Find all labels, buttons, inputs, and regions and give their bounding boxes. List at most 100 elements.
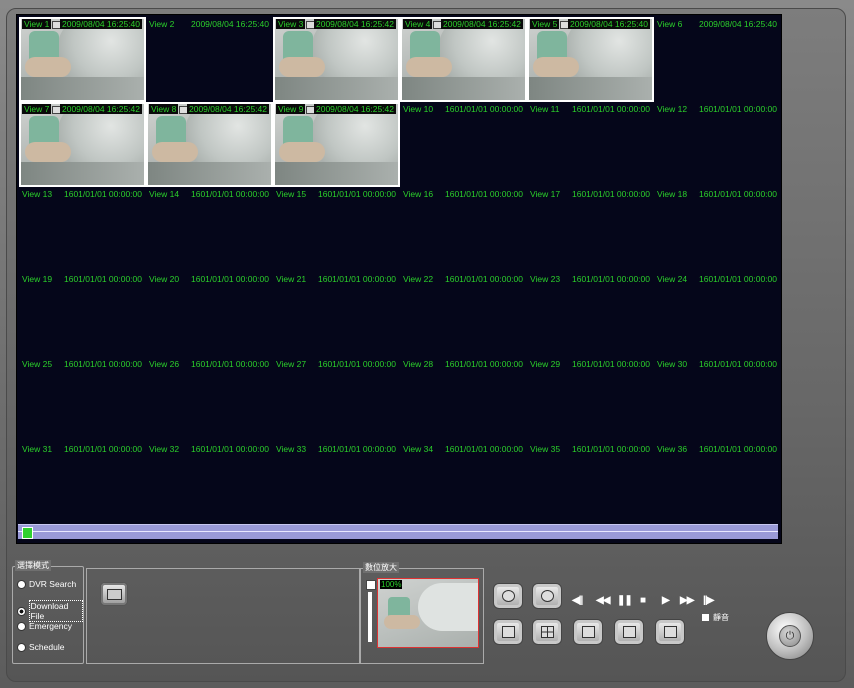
view-cell[interactable]: View 12 1601/01/01 00:00:00 bbox=[654, 102, 781, 187]
view-cell[interactable]: View 32 1601/01/01 00:00:00 bbox=[146, 442, 273, 527]
zoom-slider[interactable] bbox=[366, 580, 376, 642]
view-cell[interactable]: View 4 2009/08/04 16:25:42 bbox=[400, 17, 527, 102]
radio-icon[interactable] bbox=[17, 579, 26, 589]
multi-view-screen: View 1 2009/08/04 16:25:40 View 2 2009/08/0… bbox=[16, 14, 782, 544]
mode-option-dvr-search[interactable]: DVR Search bbox=[17, 579, 76, 589]
layout-16-button[interactable] bbox=[614, 619, 644, 645]
view-label: View 12 bbox=[657, 104, 688, 114]
snapshot-button[interactable] bbox=[493, 583, 523, 609]
view-cell[interactable]: View 14 1601/01/01 00:00:00 bbox=[146, 187, 273, 272]
mute-toggle[interactable]: 靜音 bbox=[702, 612, 729, 623]
view-cell[interactable]: View 11 1601/01/01 00:00:00 bbox=[527, 102, 654, 187]
camera-icon bbox=[502, 590, 515, 602]
view-timestamp: 1601/01/01 00:00:00 bbox=[699, 274, 777, 284]
feed-floor bbox=[21, 162, 144, 185]
view-timestamp: 1601/01/01 00:00:00 bbox=[64, 274, 142, 284]
view-cell[interactable]: View 31 1601/01/01 00:00:00 bbox=[19, 442, 146, 527]
view-timestamp: 1601/01/01 00:00:00 bbox=[445, 444, 523, 454]
view-label: View 21 bbox=[276, 274, 307, 284]
fast-forward-button[interactable]: ▶▶ bbox=[680, 595, 694, 606]
view-timestamp: 1601/01/01 00:00:00 bbox=[445, 359, 523, 369]
open-folder-button[interactable] bbox=[100, 582, 128, 606]
view-cell[interactable]: View 26 1601/01/01 00:00:00 bbox=[146, 357, 273, 442]
play-button[interactable]: ▶ bbox=[662, 595, 670, 606]
view-timestamp: 1601/01/01 00:00:00 bbox=[699, 189, 777, 199]
feed-hand bbox=[25, 142, 71, 162]
camera-feed bbox=[529, 19, 652, 100]
view-cell[interactable]: View 30 1601/01/01 00:00:00 bbox=[654, 357, 781, 442]
view-cell[interactable]: View 17 1601/01/01 00:00:00 bbox=[527, 187, 654, 272]
view-cell[interactable]: View 2 2009/08/04 16:25:40 bbox=[146, 17, 273, 102]
view-cell[interactable]: View 23 1601/01/01 00:00:00 bbox=[527, 272, 654, 357]
view-cell[interactable]: View 15 1601/01/01 00:00:00 bbox=[273, 187, 400, 272]
rewind-button[interactable]: ◀◀ bbox=[596, 595, 610, 606]
record-button[interactable] bbox=[532, 583, 562, 609]
view-cell[interactable]: View 10 1601/01/01 00:00:00 bbox=[400, 102, 527, 187]
view-label: View 26 bbox=[149, 359, 180, 369]
layout-1-button[interactable] bbox=[493, 619, 523, 645]
radio-icon[interactable] bbox=[17, 606, 26, 616]
view-cell[interactable]: View 24 1601/01/01 00:00:00 bbox=[654, 272, 781, 357]
camera-feed bbox=[275, 19, 398, 100]
view-cell[interactable]: View 13 1601/01/01 00:00:00 bbox=[19, 187, 146, 272]
view-cell[interactable]: View 8 2009/08/04 16:25:42 bbox=[146, 102, 273, 187]
view-cell[interactable]: View 1 2009/08/04 16:25:40 bbox=[19, 17, 146, 102]
view-timestamp: 1601/01/01 00:00:00 bbox=[572, 359, 650, 369]
file-panel bbox=[86, 568, 360, 664]
view-cell[interactable]: View 6 2009/08/04 16:25:40 bbox=[654, 17, 781, 102]
view-cell[interactable]: View 7 2009/08/04 16:25:42 bbox=[19, 102, 146, 187]
preview-wall bbox=[418, 583, 478, 631]
view-cell[interactable]: View 16 1601/01/01 00:00:00 bbox=[400, 187, 527, 272]
zoom-preview[interactable]: 100% bbox=[377, 578, 479, 648]
layout-36-icon bbox=[664, 626, 677, 638]
radio-icon[interactable] bbox=[17, 642, 26, 652]
layout-4-button[interactable] bbox=[532, 619, 562, 645]
view-cell[interactable]: View 20 1601/01/01 00:00:00 bbox=[146, 272, 273, 357]
layout-1-icon bbox=[502, 626, 515, 638]
feed-floor bbox=[275, 162, 398, 185]
view-cell[interactable]: View 3 2009/08/04 16:25:42 bbox=[273, 17, 400, 102]
view-cell[interactable]: View 19 1601/01/01 00:00:00 bbox=[19, 272, 146, 357]
view-cell[interactable]: View 29 1601/01/01 00:00:00 bbox=[527, 357, 654, 442]
feed-floor bbox=[529, 77, 652, 100]
stop-button[interactable]: ■ bbox=[640, 595, 646, 606]
view-cell[interactable]: View 34 1601/01/01 00:00:00 bbox=[400, 442, 527, 527]
step-forward-button[interactable]: ||▶ bbox=[703, 595, 714, 606]
view-timestamp: 1601/01/01 00:00:00 bbox=[445, 189, 523, 199]
view-cell[interactable]: View 36 1601/01/01 00:00:00 bbox=[654, 442, 781, 527]
view-cell[interactable]: View 21 1601/01/01 00:00:00 bbox=[273, 272, 400, 357]
mode-option-label: DVR Search bbox=[29, 579, 77, 589]
mode-option-schedule[interactable]: Schedule bbox=[17, 642, 64, 652]
layout-36-button[interactable] bbox=[655, 619, 685, 645]
pause-button[interactable]: ❚❚ bbox=[617, 595, 633, 606]
step-back-button[interactable]: ◀|| bbox=[572, 595, 583, 606]
view-cell[interactable]: View 35 1601/01/01 00:00:00 bbox=[527, 442, 654, 527]
view-cell[interactable]: View 33 1601/01/01 00:00:00 bbox=[273, 442, 400, 527]
radio-icon[interactable] bbox=[17, 621, 26, 631]
view-timestamp: 1601/01/01 00:00:00 bbox=[318, 274, 396, 284]
timeline-marker[interactable] bbox=[22, 527, 33, 539]
view-timestamp: 1601/01/01 00:00:00 bbox=[572, 104, 650, 114]
mode-option-download-file[interactable]: Download File bbox=[17, 600, 83, 622]
view-timestamp: 1601/01/01 00:00:00 bbox=[64, 359, 142, 369]
view-cell[interactable]: View 25 1601/01/01 00:00:00 bbox=[19, 357, 146, 442]
view-timestamp: 1601/01/01 00:00:00 bbox=[572, 274, 650, 284]
playback-timeline[interactable] bbox=[18, 524, 778, 539]
view-cell[interactable]: View 5 2009/08/04 16:25:40 bbox=[527, 17, 654, 102]
view-cell[interactable]: View 27 1601/01/01 00:00:00 bbox=[273, 357, 400, 442]
zoom-panel-title: 數位放大 bbox=[363, 562, 399, 573]
view-cell[interactable]: View 9 2009/08/04 16:25:42 bbox=[273, 102, 400, 187]
power-button[interactable]: ⏻ bbox=[766, 612, 814, 660]
view-timestamp: 1601/01/01 00:00:00 bbox=[318, 359, 396, 369]
zoom-slider-knob[interactable] bbox=[366, 580, 376, 590]
view-label: View 29 bbox=[530, 359, 561, 369]
view-cell[interactable]: View 28 1601/01/01 00:00:00 bbox=[400, 357, 527, 442]
camera-feed bbox=[275, 104, 398, 185]
layout-9-button[interactable] bbox=[573, 619, 603, 645]
mode-option-emergency[interactable]: Emergency bbox=[17, 621, 72, 631]
view-cell[interactable]: View 18 1601/01/01 00:00:00 bbox=[654, 187, 781, 272]
view-cell[interactable]: View 22 1601/01/01 00:00:00 bbox=[400, 272, 527, 357]
view-label: View 34 bbox=[403, 444, 434, 454]
mute-checkbox[interactable] bbox=[702, 614, 709, 621]
view-timestamp: 1601/01/01 00:00:00 bbox=[191, 444, 269, 454]
